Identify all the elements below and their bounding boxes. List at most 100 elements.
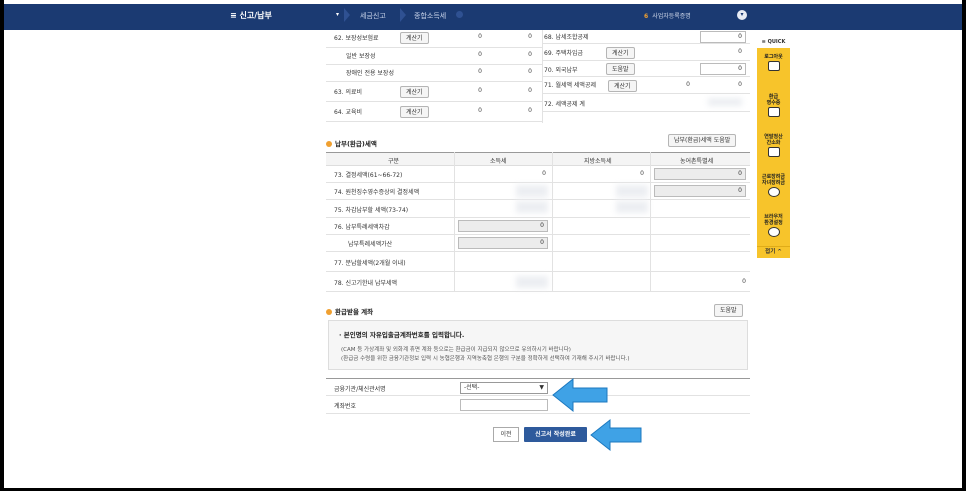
value-cell: 0 [542,170,546,177]
account-row: 계좌번호 [326,396,750,414]
table-row: 63. 의료비 계산기 0 0 [326,82,542,102]
notice-text: 사업자등록증명 [652,13,691,20]
row-label: 63. 의료비 [334,89,363,96]
notice-count: 6 [644,13,649,20]
quick-menu-collapse-button[interactable]: 접기 ^ [757,246,790,258]
value-cell: 0 [528,33,532,40]
value-cell: 0 [478,68,482,75]
redacted-value [516,201,548,213]
value-cell: 0 [528,68,532,75]
refund-help-button[interactable]: 납부(환급)세액 도움말 [668,134,737,147]
table-row: 72. 세액공제 계 [542,94,750,112]
table-row: 62. 보장성보험료 계산기 0 0 [326,30,542,48]
quick-menu: ≡ QUICK 로그아웃 환급 영수증 연말정산 간소화 근로장려금 자녀장려금… [757,36,790,258]
calculator-button[interactable]: 계산기 [606,47,635,59]
row-label: 64. 교육비 [334,109,363,116]
info-text: (환급금 수령을 위한 금융기관정보 입력 시 농협은행과 지역농축협 은행의 … [341,356,630,362]
quick-item-label: 브라우저 환경설정 [764,214,783,226]
redacted-value [516,185,548,197]
value-cell: 0 [738,81,742,88]
chevron-down-icon[interactable]: ▾ [336,11,339,18]
table-row: 77. 분납할세액(2개월 이내) [326,252,750,272]
value-cell: 0 [478,51,482,58]
row-label: 74. 원천징수영수증상의 결정세액 [334,189,420,196]
account-help-button[interactable]: 도움말 [714,304,743,317]
value-cell: 0 [686,81,690,88]
redacted-value [616,185,648,197]
calculator-button[interactable]: 계산기 [400,86,429,98]
quick-year-end-settlement[interactable]: 연말정산 간소화 [757,134,790,157]
submit-return-button[interactable]: 신고서 작성완료 [524,427,587,442]
value-cell: 0 [478,107,482,114]
amount-input[interactable]: 0 [654,185,746,197]
heart-icon [767,187,780,197]
breadcrumb-income-tax[interactable]: 종합소득세 [414,11,446,21]
quick-item-label: 연말정산 간소화 [764,134,783,146]
column-header: 농어촌특별세 [680,158,714,165]
amount-input[interactable]: 0 [458,237,548,249]
account-number-input[interactable] [460,399,548,411]
table-row: 70. 외국납부 도움말 0 [542,61,750,77]
account-label: 계좌번호 [334,403,357,410]
help-button[interactable]: 도움말 [606,63,635,75]
quick-refund-receipt[interactable]: 환급 영수증 [757,94,790,117]
notice-bar[interactable]: 6 사업자등록증명 [644,11,691,20]
value-cell: 0 [738,48,742,55]
redacted-value [708,98,742,106]
row-label: 69. 주택차입금 [544,50,584,57]
prev-button[interactable]: 이전 [493,427,519,442]
calculator-button[interactable]: 계산기 [400,106,429,118]
value-cell: 0 [478,33,482,40]
table-row: 장애인 전용 보장성 0 0 [326,65,542,82]
row-label: 일반 보장성 [346,53,376,60]
breadcrumb-tax-filing[interactable]: 세금신고 [360,11,386,21]
row-label: 납부특례세액가산 [348,241,393,248]
nav-strip [4,4,962,30]
table-row: 납부특례세액가산 0 [326,235,750,252]
bank-row: 금융기관/체신관서명 -선택- ▼ [326,378,750,396]
value-cell: 0 [478,87,482,94]
arrow-left-icon [590,418,642,452]
table-row: 일반 보장성 0 0 [326,48,542,65]
calculator-button[interactable]: 계산기 [400,32,429,44]
receipt-icon [767,107,780,117]
table-row: 69. 주택차입금 계산기 0 [542,44,750,61]
quick-earned-income-credit[interactable]: 근로장려금 자녀장려금 [757,174,790,197]
quick-item-label: 환급 영수증 [766,94,781,106]
value-cell: 0 [640,170,644,177]
table-row: 68. 납세조합공제 0 [542,30,750,44]
row-label: 71. 월세액 세액공제 [544,82,596,89]
amount-input[interactable]: 0 [700,31,746,43]
amount-input[interactable]: 0 [458,220,548,232]
logout-icon [767,61,780,71]
column-header: 지방소득세 [584,158,612,165]
table-row: 75. 차감납부할 세액(73-74) [326,200,750,218]
table-row: 74. 원천징수영수증상의 결정세액 0 [326,183,750,200]
redacted-value [516,276,548,288]
quick-item-label: 로그아웃 [764,54,783,60]
menu-title[interactable]: ≡ 신고/납부 [230,10,272,21]
page-frame: ≡ 신고/납부 ▾ 세금신고 종합소득세 6 사업자등록증명 ▾ 62. 보장성보… [4,0,962,488]
table-row: 71. 월세액 세액공제 계산기 0 0 [542,77,750,94]
row-label: 73. 결정세액(61~66-72) [334,172,403,179]
amount-input[interactable]: 0 [700,63,746,75]
notice-expand-button[interactable]: ▾ [737,10,747,20]
info-heading: · 본인명의 자유입출금계좌번호를 입력합니다. [339,331,465,339]
column-header: 구분 [388,158,400,165]
value-cell: 0 [742,278,746,285]
value-cell: 0 [528,87,532,94]
quick-browser-settings[interactable]: 브라우저 환경설정 [757,214,790,237]
quick-logout[interactable]: 로그아웃 [757,54,790,71]
bank-select[interactable]: -선택- ▼ [460,382,548,394]
quick-menu-panel: 로그아웃 환급 영수증 연말정산 간소화 근로장려금 자녀장려금 브라우저 환경… [757,48,790,258]
top-navigation-bar: ≡ 신고/납부 ▾ 세금신고 종합소득세 6 사업자등록증명 ▾ [4,0,962,30]
quick-menu-title: ≡ QUICK [761,39,786,45]
amount-input[interactable]: 0 [654,168,746,180]
breadcrumb-dot-icon [456,11,463,18]
row-label: 68. 납세조합공제 [544,34,589,41]
calendar-icon [767,147,780,157]
calculator-button[interactable]: 계산기 [608,80,637,92]
info-text: (CAM 등 가상계좌 및 외화계 휴면 계좌 등으로는 환급금이 지급되지 않… [341,347,571,353]
chevron-down-icon: ▼ [539,384,544,391]
table-row: 73. 결정세액(61~66-72) 0 0 0 [326,166,750,183]
